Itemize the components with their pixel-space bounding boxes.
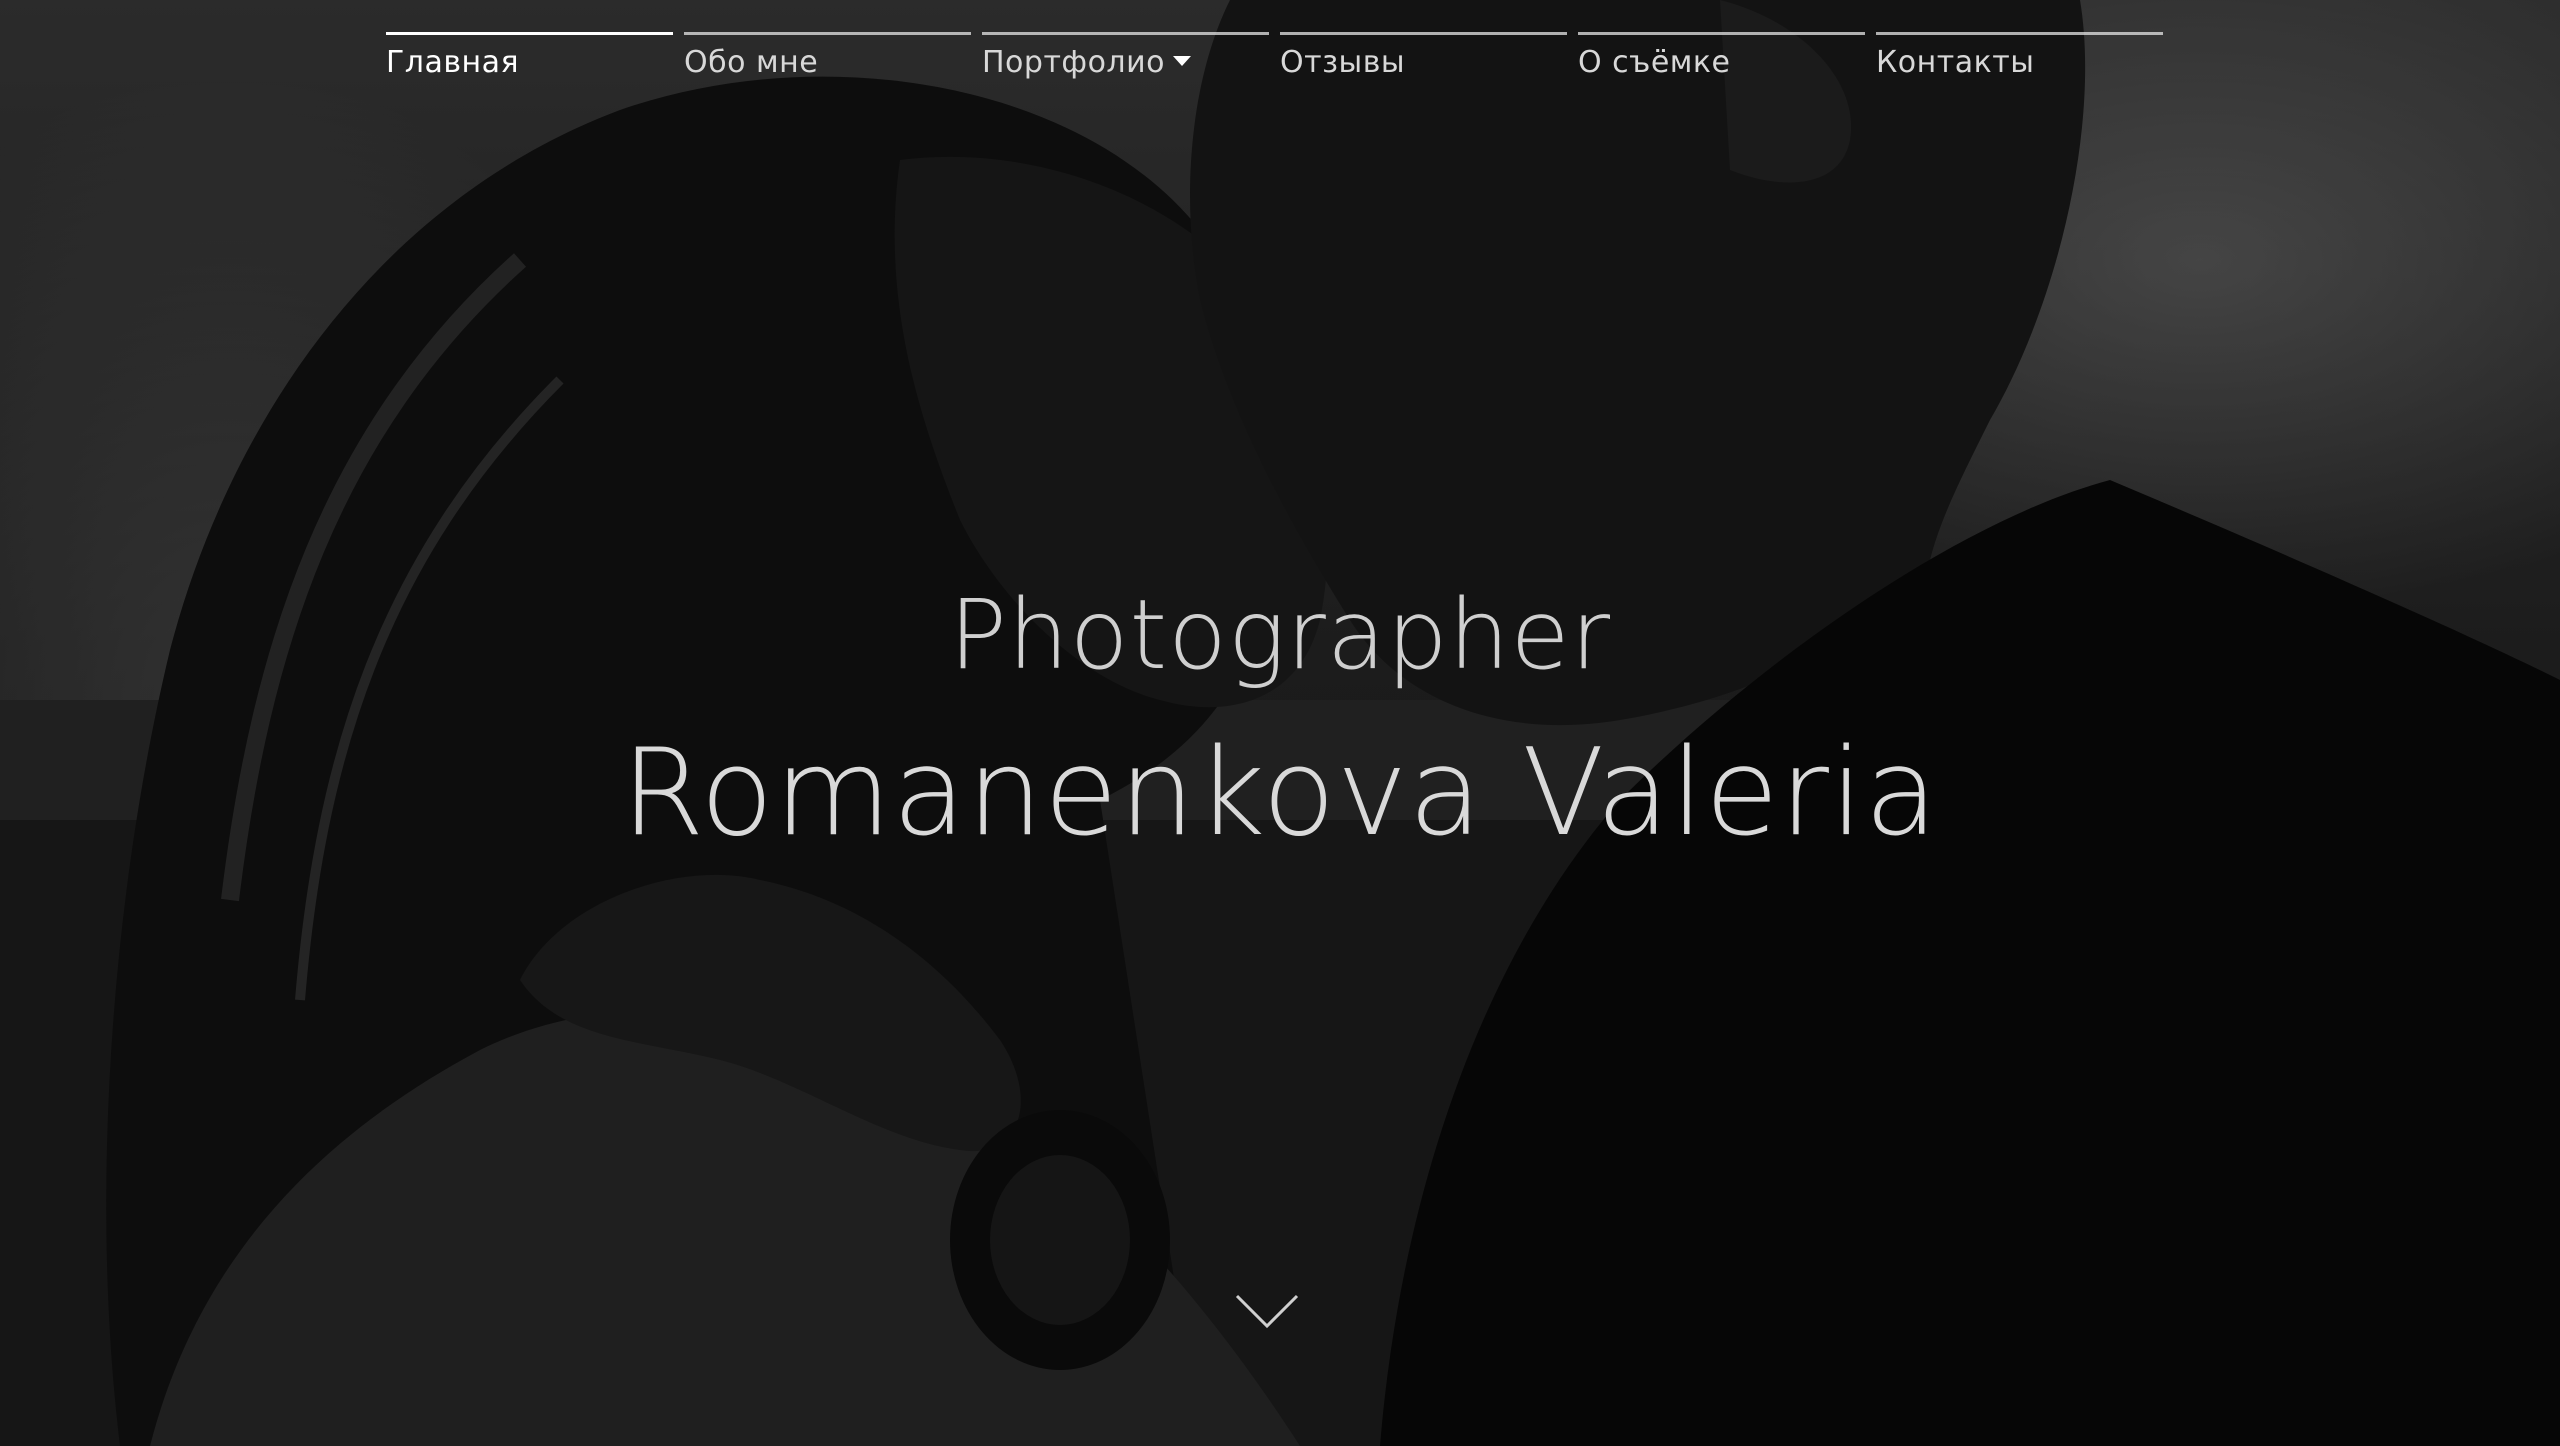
chevron-down-icon: [1235, 1294, 1299, 1329]
nav-item-label: Контакты: [1876, 45, 2035, 80]
nav-item-label: Отзывы: [1280, 45, 1406, 80]
hero-subtitle: Photographer: [948, 579, 1612, 691]
nav-item-about[interactable]: Обо мне: [684, 32, 971, 80]
nav-item-label: Портфолио: [982, 45, 1165, 80]
hero-section: Главная Обо мне Портфолио Отзывы О съёмк…: [0, 0, 2560, 1446]
hero-name: Romanenkova Valeria: [621, 724, 1939, 863]
caret-down-icon: [1172, 55, 1191, 66]
nav-item-label: Обо мне: [684, 45, 819, 80]
nav-item-about-shooting[interactable]: О съёмке: [1578, 32, 1865, 80]
nav-item-label: О съёмке: [1578, 45, 1731, 80]
nav-item-reviews[interactable]: Отзывы: [1280, 32, 1567, 80]
hero-titles: Photographer Romanenkova Valeria: [0, 575, 2560, 869]
nav-item-portfolio[interactable]: Портфолио: [982, 32, 1269, 80]
main-navigation: Главная Обо мне Портфолио Отзывы О съёмк…: [386, 32, 2166, 80]
nav-item-label: Главная: [386, 45, 520, 80]
nav-item-home[interactable]: Главная: [386, 32, 673, 80]
scroll-down-button[interactable]: [1234, 1290, 1300, 1334]
nav-item-contacts[interactable]: Контакты: [1876, 32, 2163, 80]
